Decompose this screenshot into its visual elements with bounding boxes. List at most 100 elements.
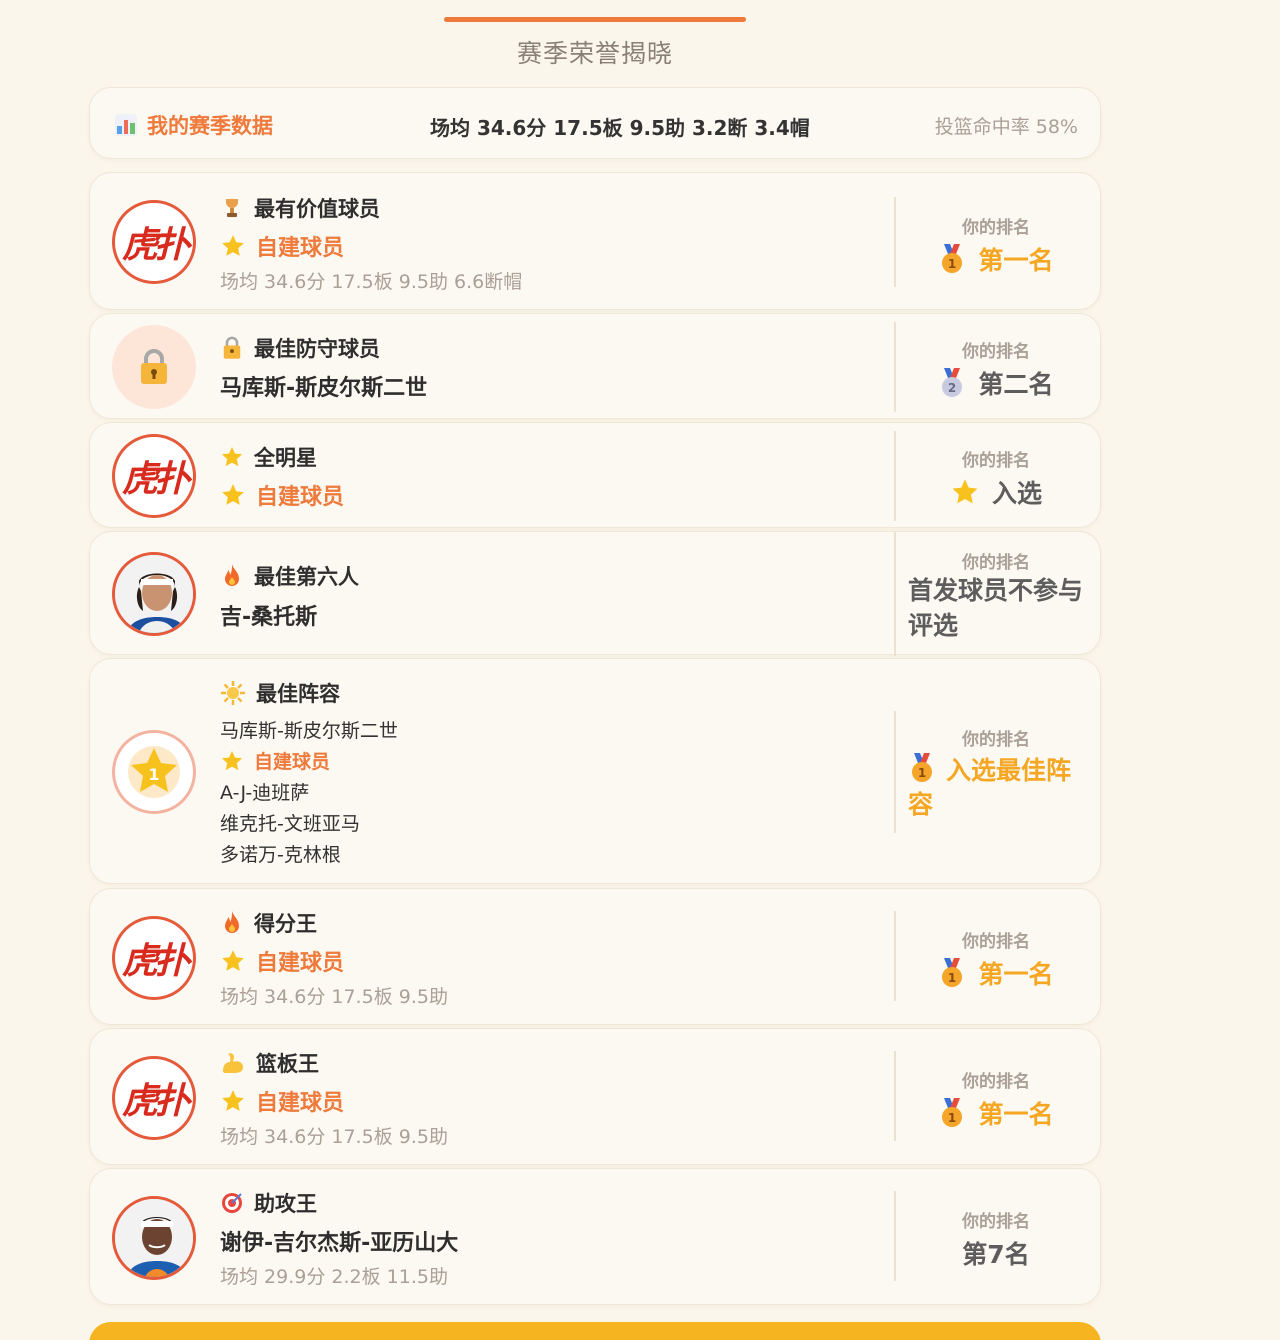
- rank-value: 第一名: [978, 960, 1054, 989]
- award-card-rebounds[interactable]: 虎扑 篮板王 自建球员 场均 34.6分 17.5板 9.5助 你的排名 1 第…: [89, 1028, 1101, 1165]
- svg-text:1: 1: [948, 257, 956, 271]
- stats-label: 我的赛季数据: [147, 114, 273, 138]
- rank-label: 你的排名: [962, 553, 1030, 573]
- rank-label: 你的排名: [962, 342, 1030, 362]
- gold-medal-icon: 1: [938, 244, 966, 274]
- rank-label: 你的排名: [962, 1072, 1030, 1092]
- page-title: 赛季荣誉揭晓: [516, 39, 673, 68]
- svg-text:1: 1: [948, 1111, 956, 1125]
- winner-group: 自建球员: [220, 230, 344, 262]
- shooting-percentage: 投篮命中率 58%: [934, 116, 1078, 138]
- winner-name: 自建球员: [256, 485, 345, 510]
- rank-value: 第一名: [978, 246, 1054, 275]
- bottom-action-bar[interactable]: [89, 1322, 1101, 1340]
- award-title-group: 得分王: [220, 908, 317, 938]
- target-icon: [220, 1191, 244, 1215]
- logo-text: 虎扑: [121, 1080, 190, 1122]
- rank-value-group: 1 入选最佳阵容: [908, 753, 1086, 822]
- award-card-sixth-man[interactable]: 最佳第六人 吉-桑托斯 你的排名 首发球员不参与评选: [89, 531, 1101, 656]
- player-photo: [112, 552, 196, 636]
- rank-value-group: 入选: [896, 474, 1096, 510]
- star-icon: [220, 233, 246, 259]
- award-title: 最佳阵容: [256, 682, 340, 706]
- avatar: 虎扑: [112, 200, 196, 284]
- gold-medal-icon: 1: [908, 753, 936, 783]
- lock-icon: [137, 348, 171, 386]
- avatar: 1: [112, 730, 196, 814]
- rank-value-group: 1 第一名: [896, 1095, 1096, 1131]
- award-title-group: 全明星: [220, 442, 317, 472]
- award-title-group: 篮板王: [220, 1048, 319, 1078]
- stat-detail: 场均 34.6分 17.5板 9.5助 6.6断帽: [220, 271, 523, 293]
- star-icon: [220, 749, 244, 773]
- avatar: 虎扑: [112, 434, 196, 518]
- award-card-dpoy[interactable]: 最佳防守球员 马库斯-斯皮尔斯二世 你的排名 2 第二名: [89, 313, 1101, 419]
- award-card-scoring[interactable]: 虎扑 得分王 自建球员 场均 34.6分 17.5板 9.5助 你的排名 1 第…: [89, 888, 1101, 1025]
- avatar: 虎扑: [112, 1056, 196, 1140]
- winner-name: 自建球员: [256, 951, 345, 976]
- logo-text: 虎扑: [121, 940, 190, 982]
- award-title: 最有价值球员: [254, 197, 380, 221]
- lineup-item: 马库斯-斯皮尔斯二世: [220, 720, 398, 742]
- svg-text:1: 1: [918, 766, 926, 780]
- gold-medal-icon: 1: [938, 1098, 966, 1128]
- winner-name: 自建球员: [256, 236, 345, 261]
- winner-group: 自建球员: [220, 479, 344, 511]
- svg-text:1: 1: [148, 765, 159, 784]
- award-title-group: 最有价值球员: [220, 193, 380, 223]
- rank-value: 第二名: [978, 370, 1054, 399]
- season-stats-card: 我的赛季数据 场均 34.6分 17.5板 9.5助 3.2断 3.4帽 投篮命…: [89, 87, 1101, 159]
- trophy-icon: [220, 196, 244, 220]
- star-icon: [220, 948, 246, 974]
- player-photo: [112, 1196, 196, 1280]
- award-card-mvp[interactable]: 虎扑 最有价值球员 自建球员 场均 34.6分 17.5板 9.5助 6.6断帽…: [89, 172, 1101, 310]
- rank-value: 第7名: [962, 1240, 1030, 1269]
- award-title-group: 最佳阵容: [220, 678, 340, 708]
- award-title: 助攻王: [254, 1192, 317, 1216]
- star-icon: [220, 445, 244, 469]
- winner-group: 自建球员: [220, 1085, 344, 1117]
- stats-label-group: 我的赛季数据: [115, 110, 273, 140]
- winner-name: 马库斯-斯皮尔斯二世: [220, 376, 428, 401]
- rank-value: 入选: [991, 479, 1042, 508]
- rank-value-group: 2 第二名: [896, 365, 1096, 401]
- rank-value-group: 1 第一名: [896, 241, 1096, 277]
- winner-group: 自建球员: [220, 945, 344, 977]
- logo-text: 虎扑: [121, 458, 190, 500]
- lineup-name: 自建球员: [254, 751, 331, 773]
- rank-value: 首发球员不参与评选: [908, 576, 1084, 640]
- award-title-group: 助攻王: [220, 1188, 317, 1218]
- award-card-all-star[interactable]: 虎扑 全明星 自建球员 你的排名 入选: [89, 422, 1101, 528]
- rank-label: 你的排名: [962, 932, 1030, 952]
- lineup-item-self: 自建球员: [220, 747, 330, 774]
- avatar: 虎扑: [112, 916, 196, 1000]
- rank-value-group: 1 第一名: [896, 955, 1096, 991]
- rank-label: 你的排名: [962, 1212, 1030, 1232]
- fire-icon: [220, 910, 244, 936]
- rank-label: 你的排名: [962, 730, 1030, 750]
- winner-name: 自建球员: [256, 1091, 345, 1116]
- logo-text: 虎扑: [121, 224, 190, 266]
- silver-medal-icon: 2: [938, 368, 966, 398]
- gold-medal-icon: 1: [938, 958, 966, 988]
- svg-text:1: 1: [948, 971, 956, 985]
- award-title-group: 最佳防守球员: [220, 333, 380, 363]
- award-title: 最佳第六人: [254, 565, 359, 589]
- star-icon: [950, 477, 980, 507]
- award-title: 最佳防守球员: [254, 337, 380, 361]
- lock-icon: [220, 336, 244, 360]
- avatar: [112, 325, 196, 409]
- svg-text:2: 2: [948, 381, 956, 395]
- lineup-item: 多诺万-克林根: [220, 844, 341, 866]
- stats-summary: 场均 34.6分 17.5板 9.5助 3.2断 3.4帽: [430, 116, 810, 140]
- award-card-assists[interactable]: 助攻王 谢伊-吉尔杰斯-亚历山大 场均 29.9分 2.2板 11.5助 你的排…: [89, 1168, 1101, 1305]
- award-title: 全明星: [254, 446, 317, 470]
- rank-label: 你的排名: [962, 451, 1030, 471]
- star-icon: [220, 482, 246, 508]
- title-underline: [444, 17, 746, 22]
- award-title: 篮板王: [256, 1052, 319, 1076]
- award-card-all-nba[interactable]: 1 最佳阵容 马库斯-斯皮尔斯二世 自建球员 A-J-迪班萨 维克托-文班亚马 …: [89, 658, 1101, 884]
- muscle-icon: [220, 1051, 246, 1075]
- stat-detail: 场均 29.9分 2.2板 11.5助: [220, 1266, 448, 1288]
- rank-value: 第一名: [978, 1100, 1054, 1129]
